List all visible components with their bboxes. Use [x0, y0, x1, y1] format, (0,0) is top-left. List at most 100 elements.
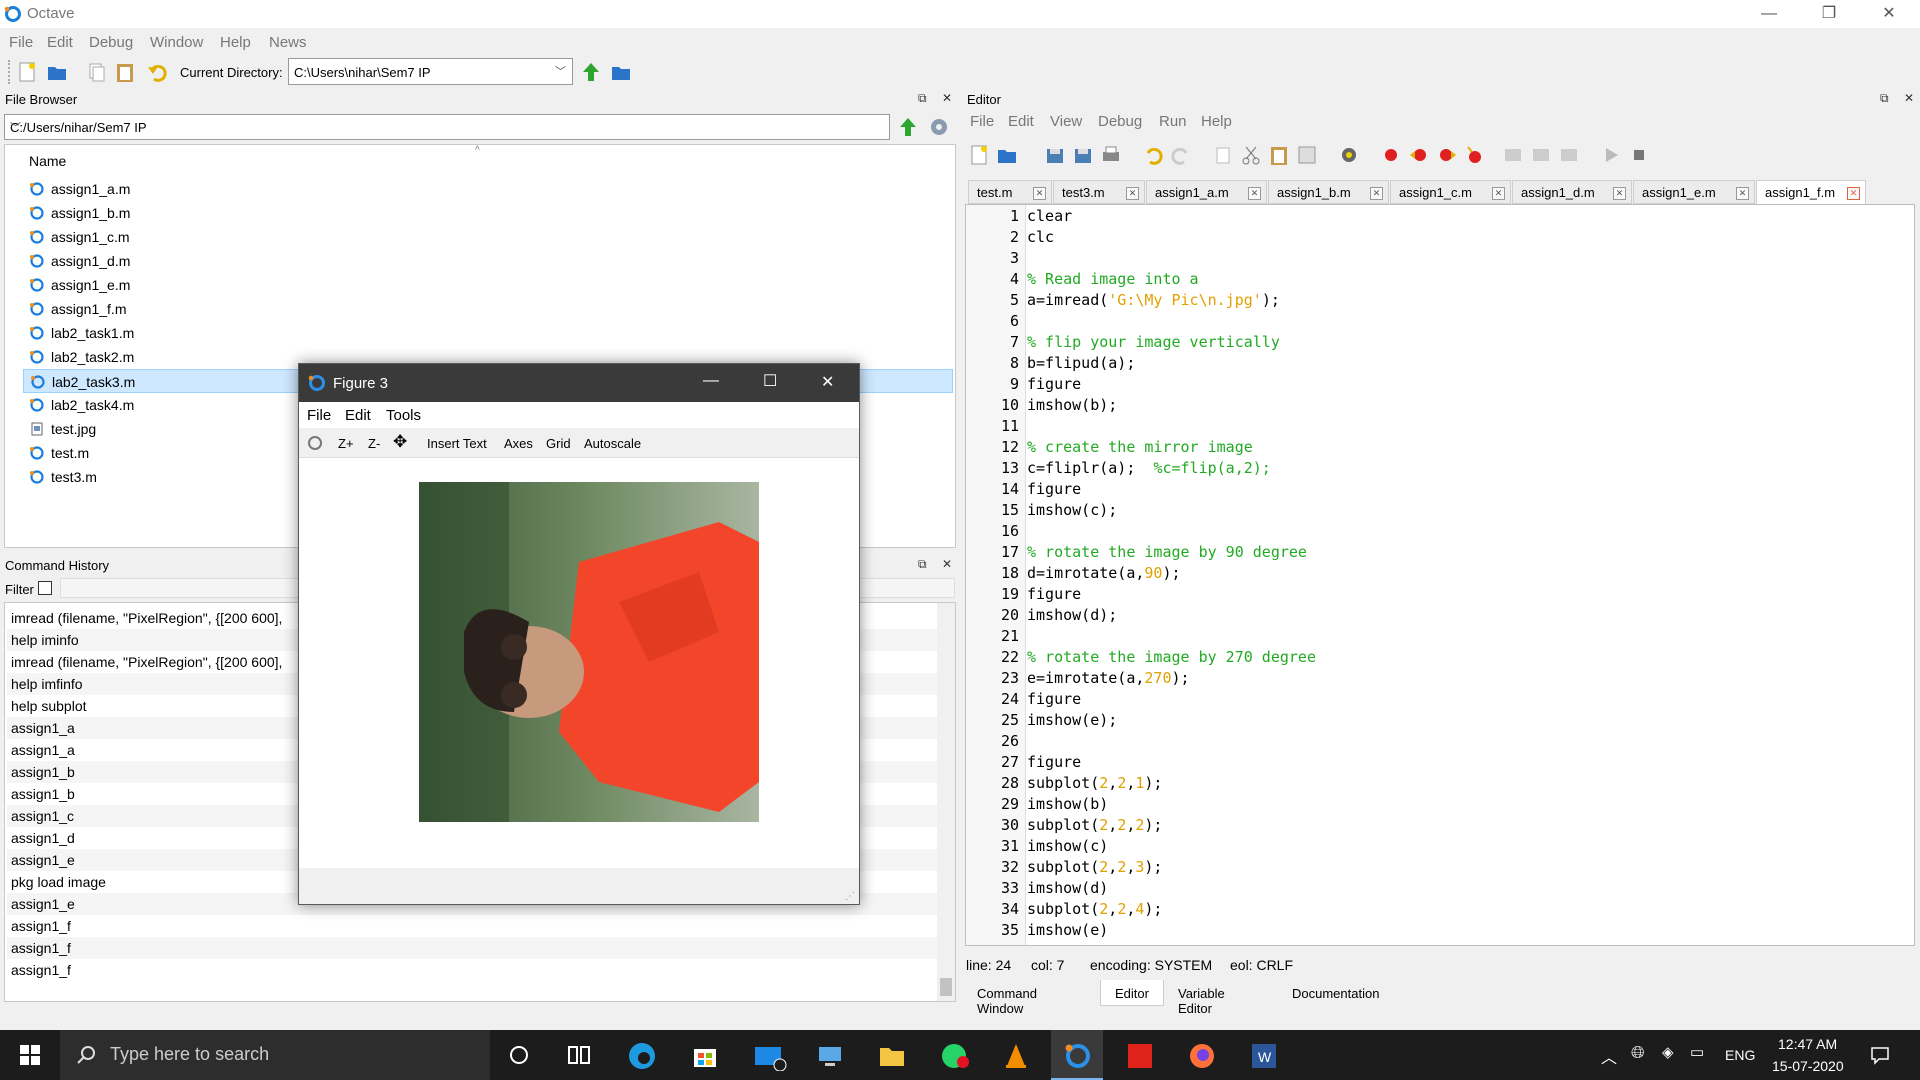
resize-grip-icon[interactable]: ⋰: [845, 891, 855, 902]
notifications-icon[interactable]: [1870, 1045, 1890, 1065]
menu-window[interactable]: Window: [150, 34, 203, 51]
file-row[interactable]: assign1_e.m: [23, 273, 953, 297]
code-line[interactable]: clc: [1027, 228, 1054, 246]
tab-variable-editor[interactable]: Variable Editor: [1178, 986, 1225, 1016]
mail-icon[interactable]: [753, 1041, 787, 1071]
restore-button[interactable]: ❐: [1800, 0, 1858, 28]
copy-icon[interactable]: [86, 61, 108, 83]
menu-news[interactable]: News: [269, 34, 307, 51]
editor-tab[interactable]: assign1_d.m ✕: [1512, 180, 1632, 204]
toggle-breakpoint-icon[interactable]: [1380, 144, 1402, 166]
close-panel-icon[interactable]: ✕: [942, 557, 952, 571]
file-row[interactable]: assign1_f.m: [23, 297, 953, 321]
close-tab-icon[interactable]: ✕: [1847, 187, 1860, 200]
remote-desktop-icon[interactable]: [815, 1041, 845, 1071]
close-tab-icon[interactable]: ✕: [1248, 187, 1261, 200]
close-tab-icon[interactable]: ✕: [1613, 187, 1626, 200]
column-header-name[interactable]: Name: [29, 153, 66, 169]
file-explorer-icon[interactable]: [877, 1041, 907, 1071]
file-row[interactable]: assign1_c.m: [23, 225, 953, 249]
history-entry[interactable]: assign1_f: [7, 959, 937, 981]
code-line[interactable]: clear: [1027, 207, 1072, 225]
figure-close-button[interactable]: ✕: [821, 372, 834, 392]
tab-documentation[interactable]: Documentation: [1292, 986, 1379, 1001]
editor-tab[interactable]: assign1_c.m ✕: [1390, 180, 1511, 204]
save-as-icon[interactable]: [1072, 144, 1094, 166]
battery-icon[interactable]: ▭: [1690, 1043, 1704, 1061]
code-line[interactable]: d=imrotate(a,90);: [1027, 564, 1181, 582]
open-file-icon[interactable]: [996, 144, 1018, 166]
code-line[interactable]: a=imread('G:\My Pic\n.jpg');: [1027, 291, 1280, 309]
code-line[interactable]: subplot(2,2,1);: [1027, 774, 1162, 792]
parent-directory-icon[interactable]: [580, 61, 602, 83]
code-line[interactable]: imshow(e): [1027, 921, 1108, 939]
clock-time[interactable]: 12:47 AM: [1778, 1036, 1837, 1052]
history-scrollbar[interactable]: [937, 603, 955, 1001]
current-directory-input[interactable]: C:\Users\nihar\Sem7 IP ﹀: [288, 58, 573, 85]
edge-icon[interactable]: [627, 1041, 657, 1071]
figure-menu-tools[interactable]: Tools: [386, 407, 421, 424]
zoom-out-button[interactable]: Z-: [368, 436, 380, 451]
close-tab-icon[interactable]: ✕: [1033, 187, 1046, 200]
grid-button[interactable]: Grid: [546, 436, 571, 451]
code-line[interactable]: imshow(d): [1027, 879, 1108, 897]
language-indicator[interactable]: ENG: [1725, 1047, 1755, 1063]
close-tab-icon[interactable]: ✕: [1126, 187, 1139, 200]
editor-tab[interactable]: assign1_b.m ✕: [1268, 180, 1389, 204]
figure-minimize-button[interactable]: —: [703, 372, 719, 390]
redo-icon[interactable]: [1170, 144, 1192, 166]
copy-icon[interactable]: [1212, 144, 1234, 166]
undo-icon[interactable]: [1142, 144, 1164, 166]
word-icon[interactable]: W: [1249, 1041, 1279, 1071]
new-script-icon[interactable]: [16, 61, 38, 83]
tab-command-window[interactable]: Command Window: [977, 986, 1037, 1016]
code-line[interactable]: c=fliplr(a); %c=flip(a,2);: [1027, 459, 1271, 477]
file-row[interactable]: lab2_task1.m: [23, 321, 953, 345]
menu-file[interactable]: File: [9, 34, 33, 51]
file-row[interactable]: assign1_d.m: [23, 249, 953, 273]
code-line[interactable]: imshow(d);: [1027, 606, 1117, 624]
vlc-icon[interactable]: [1001, 1041, 1031, 1071]
code-line[interactable]: % Read image into a: [1027, 270, 1199, 288]
code-line[interactable]: figure: [1027, 690, 1081, 708]
new-file-icon[interactable]: [968, 144, 990, 166]
figure-menu-file[interactable]: File: [307, 407, 331, 424]
undo-icon[interactable]: [146, 61, 168, 83]
previous-breakpoint-icon[interactable]: [1436, 144, 1458, 166]
code-line[interactable]: subplot(2,2,4);: [1027, 900, 1162, 918]
scrollbar-thumb[interactable]: [940, 978, 952, 996]
code-line[interactable]: subplot(2,2,2);: [1027, 816, 1162, 834]
code-line[interactable]: imshow(e);: [1027, 711, 1117, 729]
close-tab-icon[interactable]: ✕: [1492, 187, 1505, 200]
step-in-icon[interactable]: [1530, 144, 1552, 166]
run-settings-icon[interactable]: [1338, 144, 1360, 166]
close-tab-icon[interactable]: ✕: [1370, 187, 1383, 200]
next-breakpoint-icon[interactable]: [1408, 144, 1430, 166]
whatsapp-icon[interactable]: [939, 1041, 971, 1071]
cut-icon[interactable]: [1240, 144, 1262, 166]
figure-menu-edit[interactable]: Edit: [345, 407, 371, 424]
code-line[interactable]: imshow(b): [1027, 795, 1108, 813]
figure-titlebar[interactable]: Figure 3 — ☐ ✕: [299, 364, 859, 402]
task-view-icon[interactable]: [568, 1045, 590, 1065]
editor-tab[interactable]: assign1_f.m ✕: [1756, 180, 1866, 204]
menu-edit[interactable]: Edit: [47, 34, 73, 51]
close-button[interactable]: ✕: [1860, 0, 1918, 28]
code-line[interactable]: e=imrotate(a,270);: [1027, 669, 1190, 687]
save-icon[interactable]: [1044, 144, 1066, 166]
code-line[interactable]: imshow(c);: [1027, 501, 1117, 519]
code-line[interactable]: % flip your image vertically: [1027, 333, 1280, 351]
acrobat-icon[interactable]: [1125, 1041, 1155, 1071]
file-browser-path-input[interactable]: C:/Users/nihar/Sem7 IP ﹀: [4, 114, 890, 140]
axes-button[interactable]: Axes: [504, 436, 533, 451]
browse-directory-icon[interactable]: [610, 61, 632, 83]
cortana-icon[interactable]: [509, 1045, 529, 1065]
remove-breakpoints-icon[interactable]: [1464, 144, 1486, 166]
close-panel-icon[interactable]: ✕: [942, 91, 952, 105]
menu-debug[interactable]: Debug: [89, 34, 133, 51]
history-entry[interactable]: assign1_f: [7, 937, 937, 959]
undock-icon[interactable]: ⧉: [918, 91, 927, 106]
chevron-down-icon[interactable]: ﹀: [10, 119, 883, 135]
editor-menu-debug[interactable]: Debug: [1098, 113, 1142, 130]
tab-editor[interactable]: Editor: [1115, 986, 1149, 1001]
